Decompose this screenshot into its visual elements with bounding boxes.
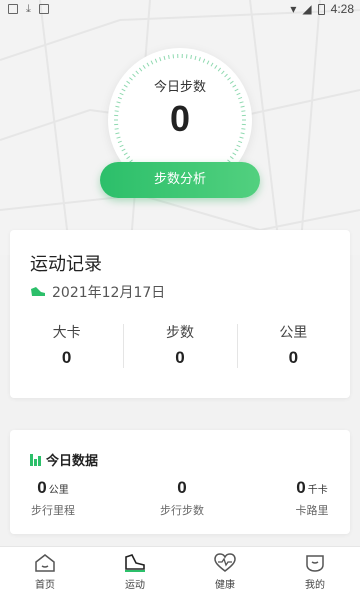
today-value: 0 千卡 xyxy=(292,478,332,498)
wifi-icon: ▾ xyxy=(290,2,297,16)
exercise-record-card: 运动记录 2021年12月17日 大卡 0 步数 0 公里 0 xyxy=(10,230,350,398)
status-time: 4:28 xyxy=(330,2,354,16)
today-distance-value: 0 xyxy=(37,478,47,497)
dial-tick xyxy=(214,65,218,69)
stat-label: 大卡 xyxy=(52,325,81,341)
today-steps: 0 步行步数 xyxy=(158,478,206,518)
dial-tick xyxy=(236,144,241,148)
dial-tick xyxy=(163,55,166,60)
home-icon xyxy=(35,554,55,572)
nav-label: 健康 xyxy=(215,580,235,591)
dial-tick xyxy=(138,67,143,72)
dial-tick xyxy=(117,140,122,144)
today-calories-label: 卡路里 xyxy=(295,504,329,517)
stat-label: 步数 xyxy=(165,325,194,341)
dial-tick xyxy=(168,54,170,60)
bottom-nav: 首页 运动 健康 我的 xyxy=(0,546,360,600)
stat-label: 公里 xyxy=(279,325,308,341)
dial-tick xyxy=(210,62,214,67)
dial-tick xyxy=(190,54,192,60)
shoe-icon xyxy=(31,287,45,296)
today-calories: 0 千卡 卡路里 xyxy=(292,478,332,518)
dial-tick xyxy=(232,152,237,156)
nav-item-health[interactable]: 健康 xyxy=(180,547,270,600)
step-value: 0 xyxy=(169,98,191,139)
dial-tick xyxy=(229,156,234,160)
today-calories-unit: 千卡 xyxy=(307,485,328,496)
battery-icon xyxy=(317,3,325,15)
stat-value: 0 xyxy=(288,348,299,367)
download-icon: ⤓ xyxy=(26,2,31,15)
dial-tick xyxy=(202,58,206,63)
record-title: 运动记录 xyxy=(30,254,102,275)
nav-item-sport[interactable]: 运动 xyxy=(90,547,180,600)
dial-tick xyxy=(119,144,124,148)
status-bar: ⤓ ▾ ◢ 4:28 xyxy=(0,0,360,18)
dial-tick xyxy=(217,67,222,72)
today-title: 今日数据 xyxy=(30,450,98,469)
dial-tick xyxy=(142,65,146,69)
dial-tick xyxy=(221,70,225,75)
dial-tick xyxy=(154,58,158,63)
today-calories-value: 0 xyxy=(296,478,306,497)
nav-item-profile[interactable]: 我的 xyxy=(270,547,360,600)
stat-distance: 公里 0 xyxy=(236,322,350,370)
record-date: 2021年12月17日 xyxy=(30,282,165,302)
today-steps-value: 0 xyxy=(177,478,187,497)
dial-tick xyxy=(146,62,150,67)
nav-label: 我的 xyxy=(305,580,325,591)
app-notification-icon xyxy=(38,4,49,14)
dial-tick xyxy=(135,70,139,75)
dial-tick xyxy=(234,148,239,152)
image-notification-icon xyxy=(8,4,18,14)
record-stats: 大卡 0 步数 0 公里 0 xyxy=(10,322,350,370)
signal-icon: ◢ xyxy=(302,2,312,16)
today-distance: 0 公里 步行里程 xyxy=(30,478,76,518)
heart-icon xyxy=(214,553,236,572)
today-steps-label: 步行步数 xyxy=(160,504,204,517)
record-date-text: 2021年12月17日 xyxy=(52,285,166,301)
today-distance-unit: 公里 xyxy=(48,485,69,496)
nav-label: 运动 xyxy=(125,580,145,591)
dial-tick xyxy=(238,140,243,144)
dial-tick xyxy=(121,148,126,152)
nav-item-home[interactable]: 首页 xyxy=(0,547,90,600)
dial-tick xyxy=(198,57,201,62)
today-value: 0 公里 xyxy=(30,478,76,498)
dial-tick xyxy=(126,156,131,160)
dial-tick xyxy=(150,60,154,65)
bar-chart-icon xyxy=(30,453,41,466)
stat-value: 0 xyxy=(61,348,72,367)
stat-value: 0 xyxy=(175,348,185,367)
step-analysis-button[interactable]: 步数分析 xyxy=(100,162,260,198)
dial-tick xyxy=(159,57,162,62)
step-label: 今日步数 xyxy=(153,80,206,95)
profile-icon xyxy=(306,555,324,572)
dial-tick xyxy=(206,60,210,65)
today-distance-label: 步行里程 xyxy=(31,504,75,517)
stat-steps: 步数 0 xyxy=(123,322,236,370)
today-value: 0 xyxy=(158,478,206,498)
shoe-icon xyxy=(125,554,145,572)
today-title-text: 今日数据 xyxy=(46,454,99,469)
dial-tick xyxy=(194,55,197,60)
nav-label: 首页 xyxy=(35,580,55,591)
today-data-card: 今日数据 0 公里 步行里程 0 步行步数 0 千卡 卡路里 xyxy=(10,430,350,534)
stat-calories: 大卡 0 xyxy=(10,322,123,370)
dial-tick xyxy=(123,152,128,156)
